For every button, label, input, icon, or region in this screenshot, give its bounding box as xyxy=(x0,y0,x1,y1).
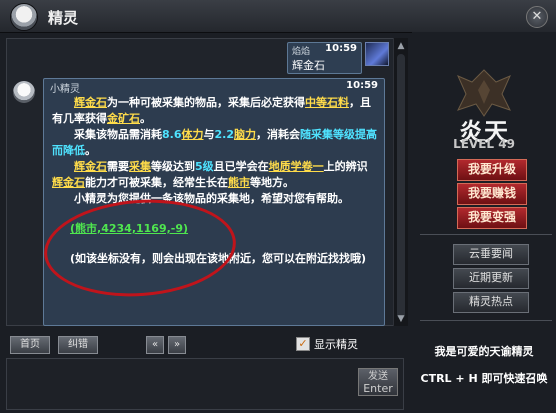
sprite-avatar-icon xyxy=(10,3,38,31)
keyword-link[interactable]: 金矿石 xyxy=(107,112,140,125)
sprite-hotspot-button[interactable]: 精灵热点 xyxy=(453,292,529,313)
keyword-link[interactable]: 辉金石 xyxy=(74,96,107,109)
chat-scrollbar[interactable]: ▲ ▼ xyxy=(393,38,408,326)
title-bar: 精灵 ✕ xyxy=(0,0,556,33)
keyword-link[interactable]: 采集 xyxy=(129,160,151,173)
keyword-link[interactable]: 脑力 xyxy=(234,128,256,141)
hotkey-hint: CTRL + H 即可快速召唤 xyxy=(420,372,548,385)
window-title: 精灵 xyxy=(48,9,79,27)
level-text: LEVEL 49 xyxy=(453,137,515,151)
player-avatar xyxy=(365,42,389,66)
divider xyxy=(420,320,552,321)
player-name: 焰焰 xyxy=(292,47,311,57)
sprite-slogan: 我是可爱的天谕精灵 xyxy=(434,345,534,358)
scroll-thumb[interactable] xyxy=(397,54,405,319)
correct-button[interactable]: 纠错 xyxy=(58,336,98,354)
chat-input[interactable] xyxy=(6,358,404,410)
send-button[interactable]: 发送 Enter xyxy=(358,368,398,396)
npc-avatar xyxy=(13,81,35,103)
player-message-bubble: 焰焰 10:59 辉金石 xyxy=(287,42,362,74)
show-sprite-checkbox[interactable]: ✓ xyxy=(296,337,310,351)
npc-name: 小精灵 xyxy=(50,84,80,95)
player-message-time: 10:59 xyxy=(325,43,357,54)
recent-updates-button[interactable]: 近期更新 xyxy=(453,268,529,289)
scroll-down-icon[interactable]: ▼ xyxy=(396,314,406,324)
divider xyxy=(420,234,552,235)
paragraph-requirement: 辉金石需要采集等级达到5级且已学会在地质学卷一上的辨识辉金石能力才可被采集，经常… xyxy=(52,160,368,189)
player-message-text: 辉金石 xyxy=(292,59,325,72)
keyword-link[interactable]: 体力 xyxy=(182,128,204,141)
paragraph-help: 小精灵为您提供一条该物品的采集地，希望对您有帮助。 xyxy=(74,192,349,205)
coordinate-row: (熊市,4234,1169,-9) xyxy=(52,221,378,237)
prev-page-icon[interactable]: « xyxy=(146,336,164,354)
keyword-link[interactable]: 辉金石 xyxy=(74,160,107,173)
keyword-link[interactable]: 地质学卷一 xyxy=(269,160,324,173)
show-sprite-label: 显示精灵 xyxy=(314,338,358,351)
coordinate-note: (如该坐标没有，则会出现在该地附近，您可以在附近找找哦) xyxy=(70,252,367,265)
paragraph-description: 辉金石为一种可被采集的物品，采集后必定获得中等石料，且有几率获得金矿石。 xyxy=(52,96,371,125)
chat-toolbar: 首页 纠错 « » ✓ 显示精灵 xyxy=(6,332,406,356)
keyword-link[interactable]: 熊市 xyxy=(228,176,250,189)
level-up-button[interactable]: 我要升级 xyxy=(457,159,527,181)
paragraph-cost: 采集该物品需消耗8.6体力与2.2脑力，消耗会随采集等级提高而降低。 xyxy=(52,128,377,157)
send-shortcut-label: Enter xyxy=(363,382,393,395)
npc-message-time: 10:59 xyxy=(346,80,378,91)
keyword-link[interactable]: 中等石料 xyxy=(305,96,349,109)
news-button[interactable]: 云垂要闻 xyxy=(453,244,529,265)
scroll-up-icon[interactable]: ▲ xyxy=(396,41,406,51)
coordinate-link[interactable]: (熊市,4234,1169,-9) xyxy=(70,222,188,235)
get-stronger-button[interactable]: 我要变强 xyxy=(457,207,527,229)
next-page-icon[interactable]: » xyxy=(168,336,186,354)
npc-message-text: 辉金石为一种可被采集的物品，采集后必定获得中等石料，且有几率获得金矿石。 采集该… xyxy=(52,95,378,267)
level-emblem-icon xyxy=(457,69,511,117)
home-button[interactable]: 首页 xyxy=(10,336,50,354)
close-button[interactable]: ✕ xyxy=(526,6,548,28)
right-panel: 炎天 LEVEL 49 我要升级 我要赚钱 我要变强 云垂要闻 近期更新 精灵热… xyxy=(412,32,556,413)
npc-message-bubble: 小精灵 10:59 辉金石为一种可被采集的物品，采集后必定获得中等石料，且有几率… xyxy=(43,78,385,326)
keyword-link[interactable]: 辉金石 xyxy=(52,176,85,189)
earn-money-button[interactable]: 我要赚钱 xyxy=(457,183,527,205)
